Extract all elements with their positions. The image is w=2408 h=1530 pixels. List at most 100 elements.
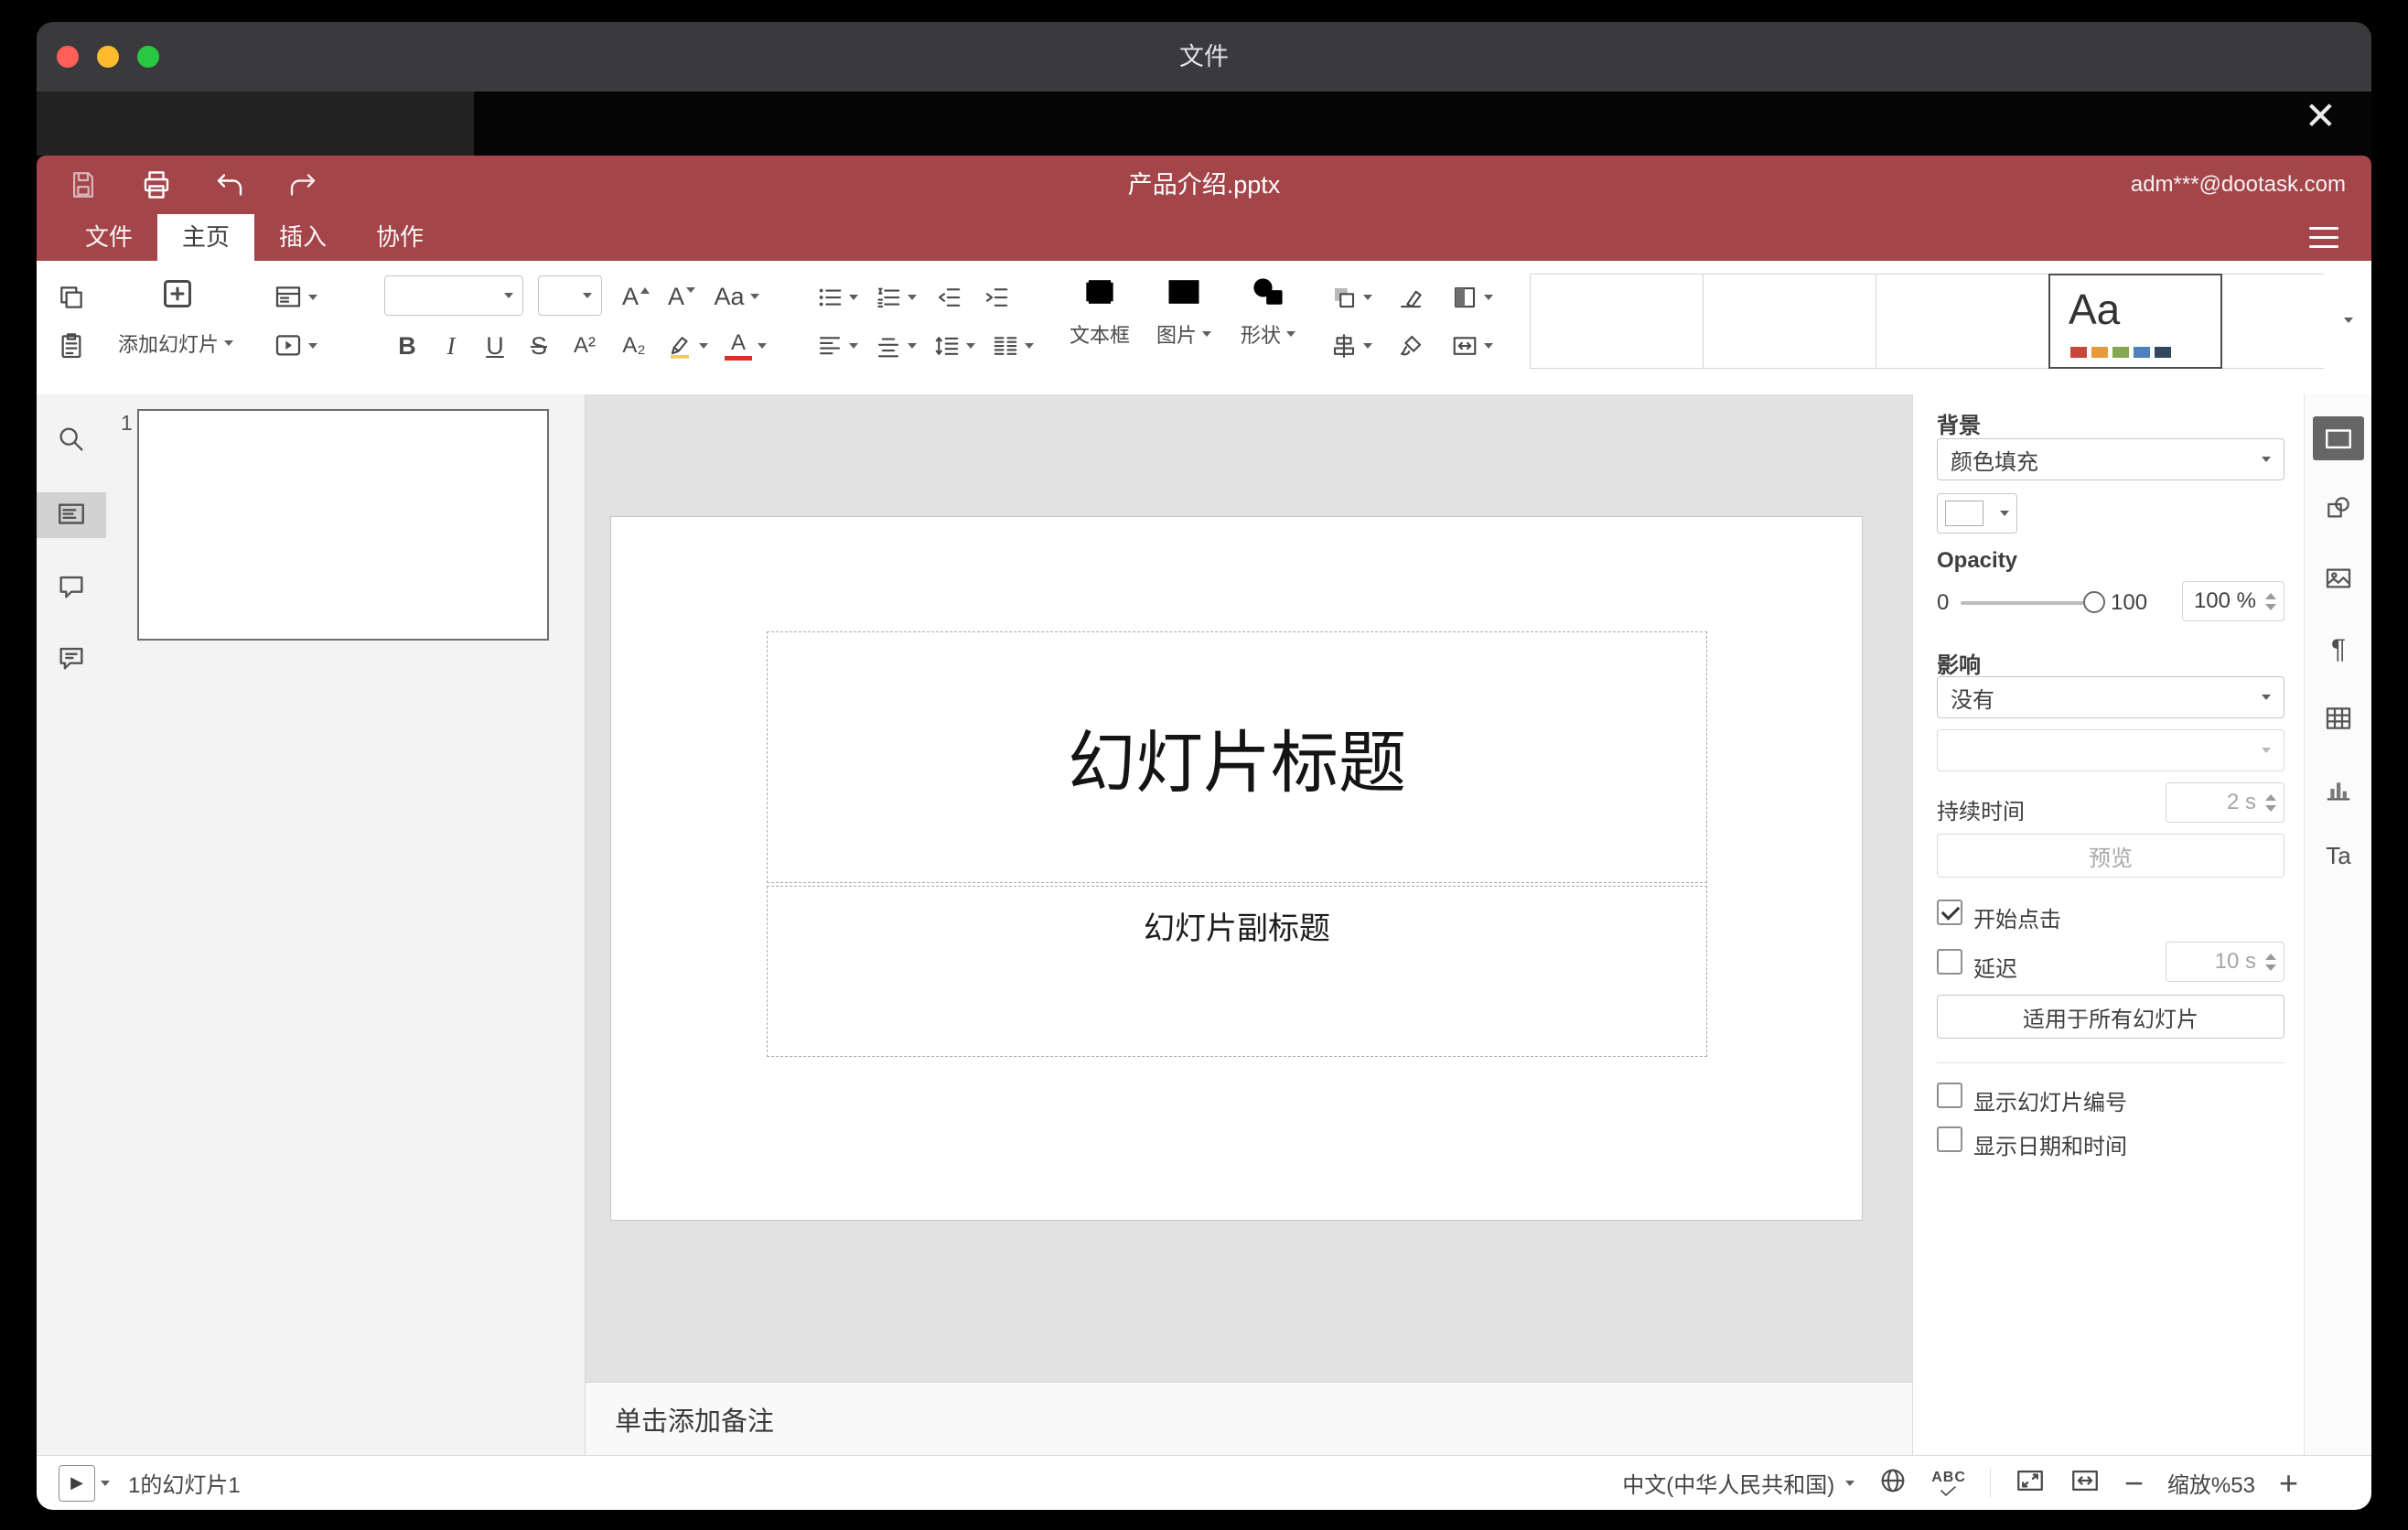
opacity-slider-track[interactable] [1961, 601, 2096, 605]
print-button[interactable] [135, 164, 177, 206]
chevron-down-icon[interactable] [101, 1480, 110, 1486]
effect-type-select[interactable] [1937, 729, 2284, 771]
opacity-input[interactable]: 100 % [2182, 581, 2284, 621]
theme-option-selected[interactable]: Aa [2048, 274, 2222, 369]
menu-icon[interactable] [2309, 227, 2338, 248]
align-left-icon [819, 337, 841, 355]
theme-option-3[interactable] [1876, 274, 2049, 369]
font-color-button[interactable]: A [717, 324, 774, 368]
close-icon[interactable]: ✕ [2305, 97, 2337, 135]
fit-to-slide-button[interactable] [2015, 1465, 2046, 1501]
theme-chip [2091, 347, 2108, 358]
comments-button[interactable] [37, 564, 106, 609]
start-on-click-checkbox[interactable] [1937, 900, 1962, 925]
decrease-font-button[interactable]: A [661, 274, 703, 319]
theme-option-5[interactable] [2221, 274, 2324, 369]
textart-settings-button[interactable]: Ta [2313, 834, 2364, 878]
slide-settings-button[interactable] [2313, 416, 2364, 460]
align-shape-button[interactable] [1325, 324, 1378, 368]
search-button[interactable] [37, 416, 106, 462]
add-slide-label-button[interactable]: 添加幻灯片 [93, 327, 258, 360]
fill-color-picker[interactable] [1937, 493, 2017, 533]
change-layout-button[interactable] [267, 275, 324, 319]
font-size-combo[interactable] [538, 275, 602, 316]
show-slide-number-checkbox[interactable] [1937, 1083, 1962, 1108]
preview-button[interactable]: 预览 [1937, 834, 2284, 878]
table-settings-button[interactable] [2313, 696, 2364, 740]
chat-button[interactable] [37, 635, 106, 681]
underline-button[interactable]: U [474, 324, 516, 368]
tab-insert[interactable]: 插入 [254, 214, 351, 261]
delay-input[interactable]: 10 s [2166, 942, 2284, 982]
clear-style-button[interactable] [1389, 275, 1433, 319]
increase-font-button[interactable]: A [615, 274, 657, 319]
slides-panel-button[interactable] [37, 492, 106, 538]
superscript-button[interactable]: A² [562, 324, 607, 368]
undo-button[interactable] [209, 164, 251, 206]
italic-button[interactable]: I [430, 324, 472, 368]
search-icon [59, 427, 83, 451]
decrease-indent-button[interactable] [928, 275, 970, 319]
insert-image-button[interactable]: 图片 [1145, 272, 1222, 360]
tab-collaboration[interactable]: 协作 [351, 214, 448, 261]
spinner-arrows-icon[interactable] [2265, 793, 2276, 812]
document-language[interactable]: 中文(中华人民共和国) [1622, 1467, 1834, 1499]
zoom-in-button[interactable]: + [2279, 1466, 2298, 1500]
set-language-button[interactable] [1878, 1466, 1908, 1500]
duration-input[interactable]: 2 s [2166, 782, 2284, 823]
color-scheme-button[interactable] [1444, 275, 1500, 319]
effect-select[interactable]: 没有 [1937, 676, 2284, 718]
arrange-shape-button[interactable] [1325, 275, 1378, 319]
show-date-time-checkbox[interactable] [1937, 1126, 1962, 1152]
spinner-arrows-icon[interactable] [2265, 592, 2276, 610]
numbered-list-button[interactable] [869, 275, 922, 319]
theme-option-2[interactable] [1703, 274, 1876, 369]
add-slide-button[interactable] [156, 272, 199, 316]
title-placeholder[interactable]: 幻灯片标题 [767, 631, 1707, 883]
increase-indent-button[interactable] [975, 275, 1017, 319]
start-slideshow-status-button[interactable]: ▶ [59, 1464, 95, 1502]
horizontal-align-button[interactable] [811, 324, 864, 368]
slide[interactable]: 幻灯片标题 幻灯片副标题 [611, 517, 1862, 1220]
slide-thumbnail[interactable] [137, 409, 549, 641]
redo-button[interactable] [282, 164, 324, 206]
fill-type-select[interactable]: 颜色填充 [1937, 438, 2284, 480]
subscript-button[interactable]: A₂ [611, 324, 657, 368]
chevron-down-icon[interactable] [1845, 1480, 1855, 1486]
slide-size-button[interactable] [1444, 324, 1500, 368]
subtitle-placeholder[interactable]: 幻灯片副标题 [767, 886, 1707, 1057]
fit-to-width-button[interactable] [2069, 1465, 2101, 1501]
copy-style-button[interactable] [1389, 324, 1433, 368]
paste-button[interactable] [49, 324, 93, 368]
apply-to-all-slides-button[interactable]: 适用于所有幻灯片 [1937, 995, 2284, 1039]
shape-label: 形状 [1240, 324, 1281, 347]
insert-shape-button[interactable]: 形状 [1230, 272, 1306, 360]
font-name-combo[interactable] [384, 275, 523, 316]
copy-button[interactable] [49, 275, 93, 319]
highlight-color-button[interactable] [661, 324, 714, 368]
spellcheck-button[interactable]: ABC [1931, 1470, 1966, 1497]
zoom-out-button[interactable]: − [2124, 1466, 2144, 1500]
save-button[interactable] [62, 164, 104, 206]
paragraph-settings-button[interactable]: ¶ [2313, 628, 2364, 672]
vertical-align-button[interactable] [869, 324, 922, 368]
theme-option-1[interactable] [1530, 274, 1704, 369]
line-spacing-button[interactable] [928, 324, 981, 368]
delay-checkbox[interactable] [1937, 949, 1962, 975]
bold-button[interactable]: B [386, 324, 428, 368]
spinner-arrows-icon[interactable] [2265, 953, 2276, 971]
chart-settings-button[interactable] [2313, 767, 2364, 811]
change-case-button[interactable]: Aa [706, 274, 767, 319]
image-settings-button[interactable] [2313, 556, 2364, 600]
insert-textbox-button[interactable]: 文本框 [1061, 272, 1138, 360]
notes-area[interactable]: 单击添加备注 [586, 1382, 1912, 1455]
bullet-list-button[interactable] [811, 275, 864, 319]
columns-button[interactable] [986, 324, 1039, 368]
start-slideshow-button[interactable] [267, 324, 324, 368]
theme-gallery-expand-button[interactable] [2333, 305, 2364, 336]
opacity-slider-knob[interactable] [2083, 591, 2105, 613]
strikethrough-button[interactable]: S [518, 324, 560, 368]
shape-settings-button[interactable] [2313, 486, 2364, 530]
tab-home[interactable]: 主页 [157, 214, 255, 261]
tab-file[interactable]: 文件 [60, 214, 157, 261]
